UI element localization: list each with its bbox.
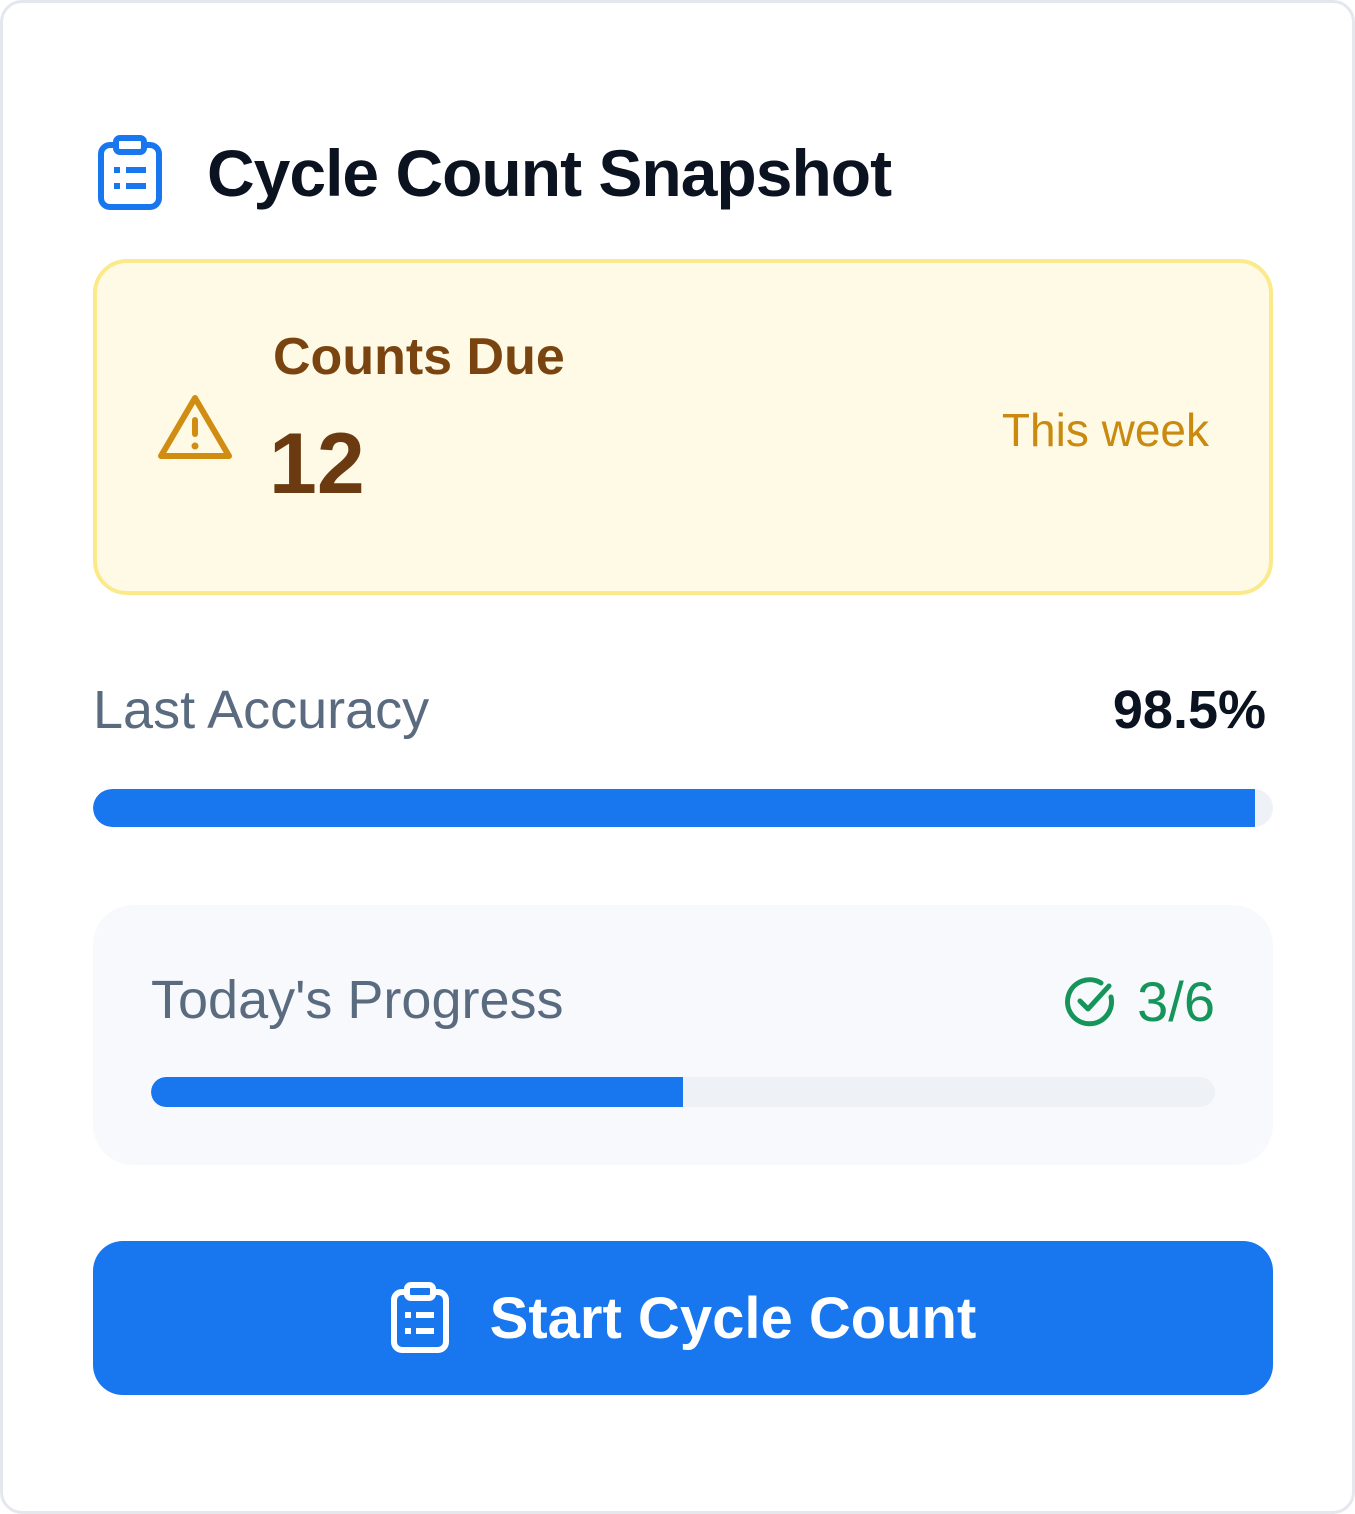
clipboard-list-icon — [390, 1282, 449, 1353]
counts-due-value: 12 — [269, 416, 365, 512]
accuracy-progress-fill — [93, 789, 1256, 827]
start-cycle-count-label: Start Cycle Count — [489, 1285, 977, 1351]
clipboard-list-icon — [98, 135, 162, 210]
counts-due-panel: Counts Due 12 This week — [93, 259, 1273, 595]
todays-progress-count-group: 3/6 — [1063, 969, 1215, 1034]
warning-triangle-icon — [158, 395, 232, 459]
cycle-count-card: Cycle Count Snapshot Counts Due 12 This … — [0, 0, 1355, 1514]
last-accuracy-value: 98.5% — [1112, 680, 1266, 740]
todays-progress-count: 3/6 — [1137, 970, 1215, 1033]
todays-progress-panel: Today's Progress 3/6 — [93, 905, 1273, 1165]
accuracy-progress-bar — [93, 789, 1273, 827]
card-title: Cycle Count Snapshot — [207, 136, 892, 210]
counts-due-period: This week — [1001, 404, 1209, 456]
card-header: Cycle Count Snapshot — [97, 133, 892, 213]
check-circle-icon — [1065, 976, 1115, 1026]
todays-progress-label: Today's Progress — [151, 970, 564, 1030]
counts-due-label: Counts Due — [273, 328, 565, 386]
last-accuracy-label: Last Accuracy — [93, 680, 430, 740]
start-cycle-count-button[interactable]: Start Cycle Count — [93, 1241, 1273, 1395]
todays-progress-bar — [151, 1077, 1215, 1107]
todays-progress-fill — [151, 1077, 683, 1107]
